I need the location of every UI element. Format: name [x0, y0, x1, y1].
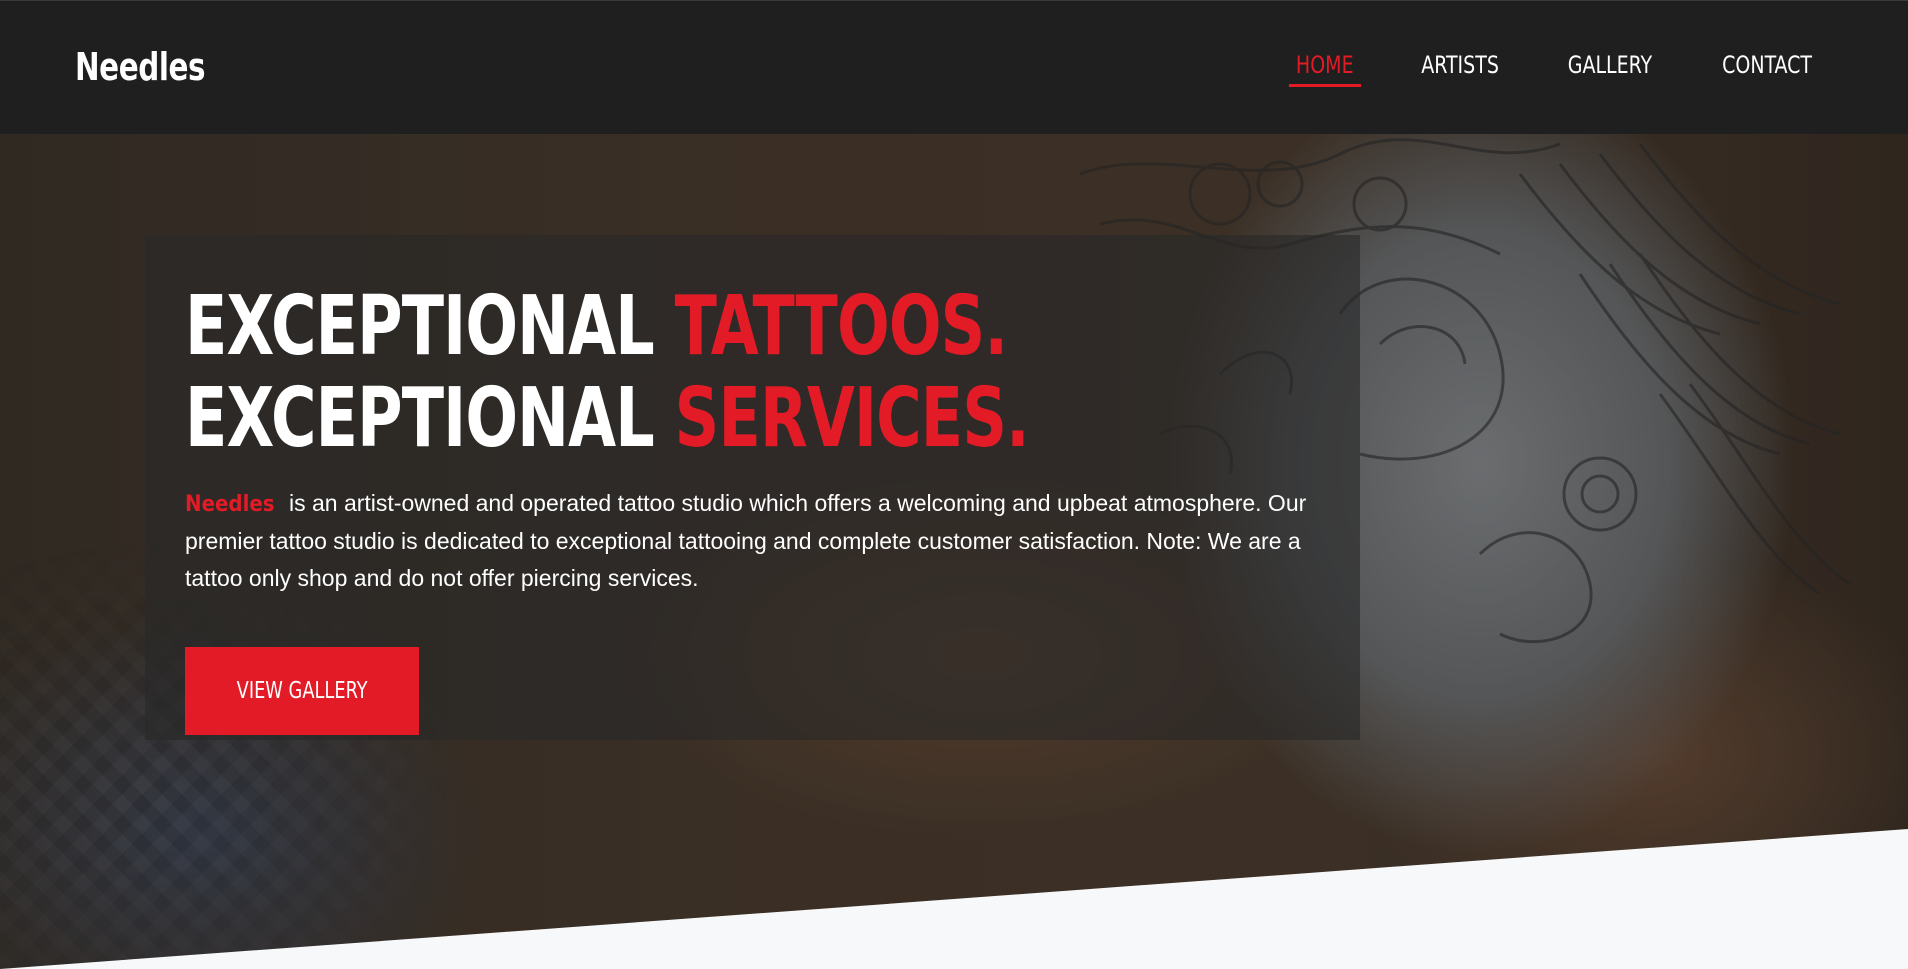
description-brand-name: Needles	[185, 492, 275, 517]
main-nav: HOME ARTISTS GALLERY CONTACT	[1242, 51, 1826, 87]
headline-line1-accent: TATTOOS.	[674, 279, 1008, 374]
brand-logo-link[interactable]: Needles	[75, 45, 205, 89]
description-text: is an artist-owned and operated tattoo s…	[185, 490, 1307, 591]
headline-line2-accent: SERVICES.	[674, 371, 1030, 466]
hero-description: Needles is an artist-owned and operated …	[185, 485, 1325, 597]
hero-content-box: EXCEPTIONAL TATTOOS. EXCEPTIONAL SERVICE…	[145, 235, 1360, 740]
headline-line1-white: EXCEPTIONAL	[185, 279, 675, 374]
nav-item-gallery[interactable]: GALLERY	[1561, 51, 1659, 87]
nav-item-artists[interactable]: ARTISTS	[1414, 51, 1506, 87]
view-gallery-button[interactable]: VIEW GALLERY	[185, 647, 419, 735]
headline-line2-white: EXCEPTIONAL	[185, 371, 675, 466]
hero-headline: EXCEPTIONAL TATTOOS. EXCEPTIONAL SERVICE…	[185, 279, 1030, 466]
view-gallery-button-label: VIEW GALLERY	[236, 678, 368, 704]
site-navbar: Needles HOME ARTISTS GALLERY CONTACT	[0, 0, 1908, 134]
hero-diagonal-divider	[0, 829, 1908, 969]
nav-item-home[interactable]: HOME	[1289, 51, 1361, 87]
nav-item-contact[interactable]: CONTACT	[1715, 51, 1819, 87]
hero-section: EXCEPTIONAL TATTOOS. EXCEPTIONAL SERVICE…	[0, 134, 1908, 969]
